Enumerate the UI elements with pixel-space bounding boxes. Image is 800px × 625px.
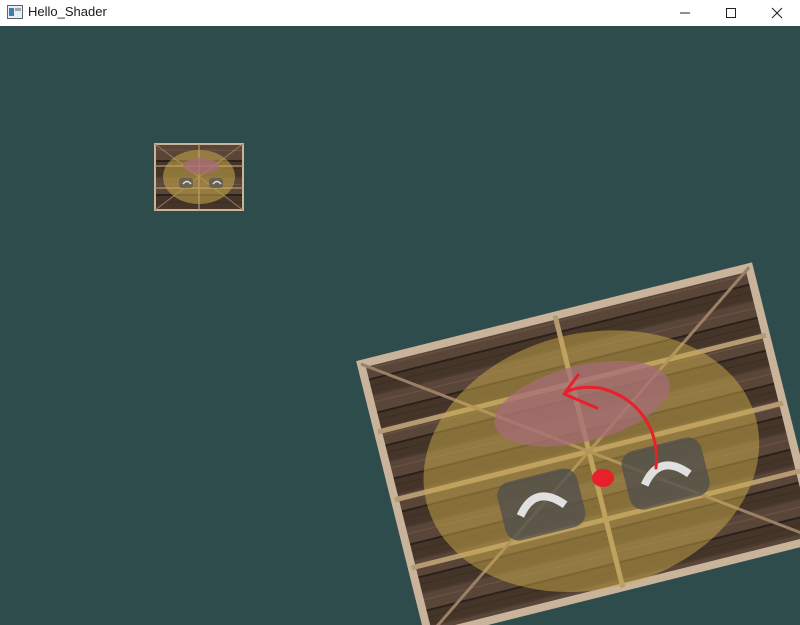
- window-titlebar: Hello_Shader: [0, 0, 800, 26]
- window-title: Hello_Shader: [28, 4, 107, 19]
- minimize-button[interactable]: [662, 0, 708, 26]
- maximize-button[interactable]: [708, 0, 754, 26]
- large-rotated-textured-quad: [356, 262, 800, 625]
- close-icon: [771, 7, 783, 19]
- minimize-icon: [680, 12, 690, 14]
- close-button[interactable]: [754, 0, 800, 26]
- maximize-icon: [726, 8, 736, 18]
- app-window-icon: [7, 5, 23, 19]
- render-viewport: [0, 26, 800, 625]
- small-textured-quad: [154, 143, 244, 211]
- scene-canvas: [154, 143, 800, 625]
